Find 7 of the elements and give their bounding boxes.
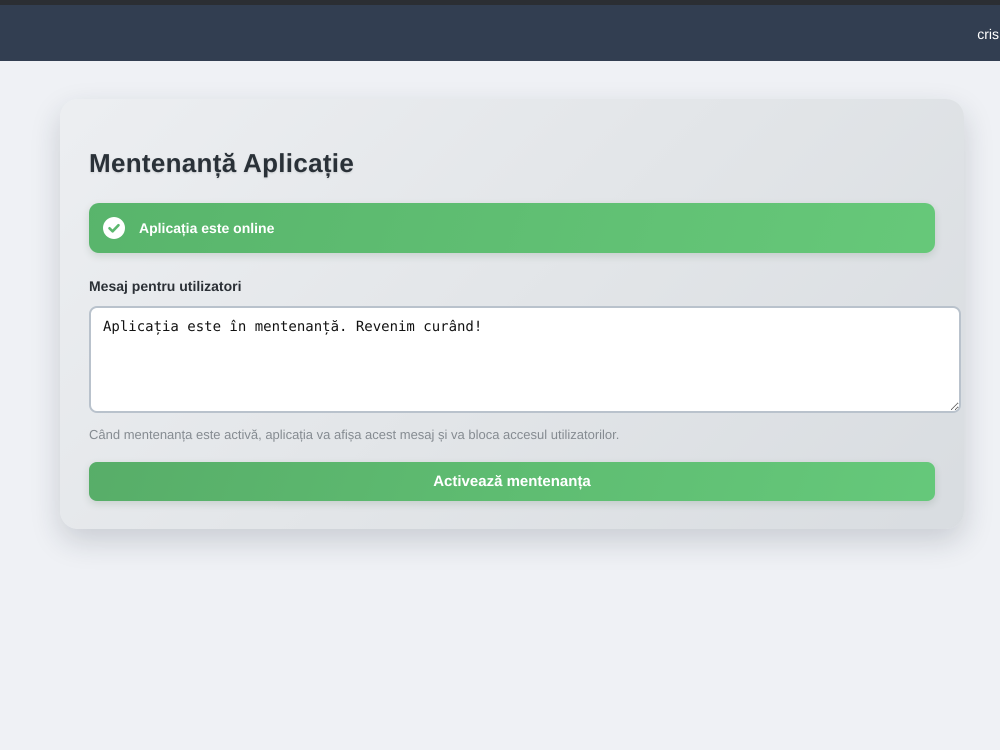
page-title: Mentenanță Aplicație <box>89 148 356 178</box>
field-label: Mesaj pentru utilizatori <box>89 277 242 295</box>
check-circle-icon <box>103 217 125 239</box>
hint-text: Când mentenanța este activă, aplicația va afișa acest mesaj și va bloca accesul utilizatorilor. <box>89 426 620 443</box>
user-name[interactable]: cris <box>977 26 999 42</box>
message-field[interactable]: Aplicația este în mentenanță. Revenim curând! <box>89 306 961 413</box>
status-text: Aplicația este online <box>139 220 274 236</box>
